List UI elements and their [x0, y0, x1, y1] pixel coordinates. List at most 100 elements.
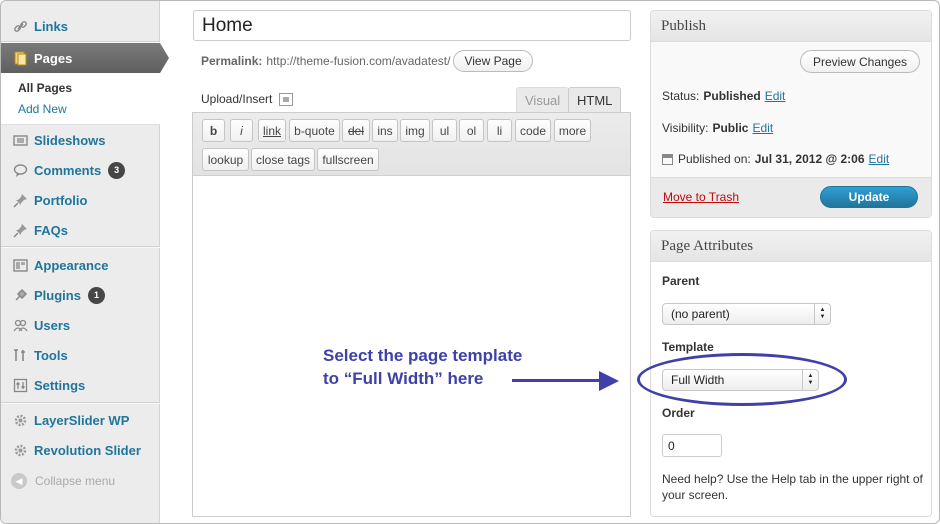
quicktags-toolbar: b i link b-quote del ins img ul ol li co… — [193, 113, 630, 176]
add-media-icon[interactable] — [279, 92, 294, 106]
published-on-label: Published on: — [678, 152, 751, 166]
visibility-row: Visibility: Public Edit — [662, 121, 773, 135]
help-text: Need help? Use the Help tab in the upper… — [662, 472, 923, 502]
qt-close-tags-button[interactable]: close tags — [251, 148, 315, 171]
tab-visual[interactable]: Visual — [516, 87, 570, 112]
qt-img-button[interactable]: img — [400, 119, 430, 142]
gear-icon — [11, 441, 29, 459]
plugins-icon — [11, 286, 29, 304]
permalink-row: Permalink: http://theme-fusion.com/avada… — [201, 50, 533, 72]
qt-ul-button[interactable]: ul — [432, 119, 457, 142]
collapse-arrow-icon: ◀ — [11, 473, 27, 489]
wp-admin-window: Links Pages All Pages Add New Slideshows… — [0, 0, 940, 524]
qt-link-button[interactable]: link — [258, 119, 286, 142]
order-label: Order — [662, 406, 695, 420]
pin-icon — [11, 191, 29, 209]
users-icon — [11, 316, 29, 334]
admin-sidebar: Links Pages All Pages Add New Slideshows… — [1, 1, 169, 523]
edit-visibility-link[interactable]: Edit — [752, 121, 773, 135]
sidebar-item-settings[interactable]: Settings — [1, 370, 160, 400]
submenu-add-new[interactable]: Add New — [18, 102, 67, 116]
qt-fullscreen-button[interactable]: fullscreen — [317, 148, 379, 171]
gear-icon — [11, 411, 29, 429]
qt-ins-button[interactable]: ins — [372, 119, 398, 142]
sidebar-item-label: Links — [34, 18, 68, 34]
status-value: Published — [703, 89, 761, 103]
sidebar-item-portfolio[interactable]: Portfolio — [1, 185, 160, 215]
publish-box-title: Publish — [651, 11, 931, 42]
move-to-trash-link[interactable]: Move to Trash — [663, 190, 739, 204]
sidebar-item-label: Settings — [34, 377, 86, 393]
sidebar-item-label: Comments — [34, 162, 102, 178]
sidebar-item-label: Users — [34, 317, 71, 333]
sidebar-item-slideshows[interactable]: Slideshows — [1, 125, 160, 155]
edit-date-link[interactable]: Edit — [869, 152, 890, 166]
qt-ol-button[interactable]: ol — [459, 119, 484, 142]
annotation-line-1: Select the page template — [323, 346, 523, 365]
qt-italic-button[interactable]: i — [230, 119, 253, 142]
template-label: Template — [662, 340, 714, 354]
settings-icon — [11, 376, 29, 394]
visibility-label: Visibility: — [662, 121, 709, 135]
calendar-icon — [662, 153, 673, 165]
sidebar-item-plugins[interactable]: Plugins 1 — [1, 280, 160, 310]
sidebar-item-revolution-slider[interactable]: Revolution Slider — [1, 435, 160, 465]
sidebar-item-faqs[interactable]: FAQs — [1, 215, 160, 245]
qt-bquote-button[interactable]: b-quote — [289, 119, 340, 142]
update-button[interactable]: Update — [820, 186, 918, 208]
content-editor: b i link b-quote del ins img ul ol li co… — [192, 112, 631, 517]
pages-submenu: All Pages Add New — [1, 73, 160, 125]
plugins-count-badge: 1 — [87, 286, 105, 304]
status-row: Status: Published Edit — [662, 89, 785, 103]
qt-code-button[interactable]: code — [515, 119, 551, 142]
annotation-arrow-shaft — [512, 379, 612, 382]
sidebar-item-pages[interactable]: Pages — [1, 43, 169, 73]
annotation-highlight-ellipse — [637, 353, 847, 406]
parent-select-value: (no parent) — [671, 307, 730, 321]
published-on-value: Jul 31, 2012 @ 2:06 — [754, 152, 865, 166]
sidebar-item-layerslider[interactable]: LayerSlider WP — [1, 405, 160, 435]
divider — [1, 41, 160, 43]
preview-changes-button[interactable]: Preview Changes — [800, 50, 920, 73]
comments-icon — [11, 161, 29, 179]
slideshows-icon — [11, 131, 29, 149]
sidebar-item-comments[interactable]: Comments 3 — [1, 155, 160, 185]
edit-status-link[interactable]: Edit — [765, 89, 786, 103]
upload-insert-button[interactable]: Upload/Insert — [201, 92, 294, 106]
annotation-arrow-icon — [599, 371, 619, 391]
permalink-url[interactable]: http://theme-fusion.com/avadatest/ — [266, 54, 450, 68]
divider — [1, 246, 160, 248]
tutorial-annotation: Select the page template to “Full Width”… — [323, 344, 583, 390]
sidebar-item-tools[interactable]: Tools — [1, 340, 160, 370]
page-title-input[interactable] — [193, 10, 631, 41]
status-label: Status: — [662, 89, 700, 103]
sidebar-item-appearance[interactable]: Appearance — [1, 250, 160, 280]
qt-lookup-button[interactable]: lookup — [202, 148, 249, 171]
order-input[interactable] — [662, 434, 722, 457]
sidebar-item-label: Pages — [34, 50, 73, 66]
collapse-menu-button[interactable]: ◀ Collapse menu — [11, 473, 115, 489]
view-page-button[interactable]: View Page — [453, 50, 533, 72]
parent-label: Parent — [662, 274, 700, 288]
published-on-row: Published on: Jul 31, 2012 @ 2:06 Edit — [662, 152, 889, 166]
pin-icon — [11, 221, 29, 239]
qt-bold-button[interactable]: b — [202, 119, 225, 142]
sidebar-item-users[interactable]: Users — [1, 310, 160, 340]
qt-more-button[interactable]: more — [554, 119, 591, 142]
page-attributes-title: Page Attributes — [651, 231, 931, 262]
link-icon — [11, 17, 29, 35]
submenu-all-pages[interactable]: All Pages — [18, 81, 72, 95]
qt-del-button[interactable]: del — [342, 119, 370, 142]
sidebar-item-label: Tools — [34, 347, 68, 363]
tab-html[interactable]: HTML — [568, 87, 622, 112]
tools-icon — [11, 346, 29, 364]
sidebar-item-label: FAQs — [34, 222, 68, 238]
pages-icon — [11, 49, 29, 67]
sidebar-item-label: Appearance — [34, 257, 109, 273]
comments-count-badge: 3 — [108, 161, 126, 179]
upload-insert-label: Upload/Insert — [201, 92, 273, 106]
parent-select[interactable]: (no parent) ▲ ▼ — [662, 303, 831, 325]
qt-li-button[interactable]: li — [487, 119, 512, 142]
sidebar-item-links[interactable]: Links — [1, 11, 160, 41]
collapse-menu-label: Collapse menu — [35, 474, 116, 488]
